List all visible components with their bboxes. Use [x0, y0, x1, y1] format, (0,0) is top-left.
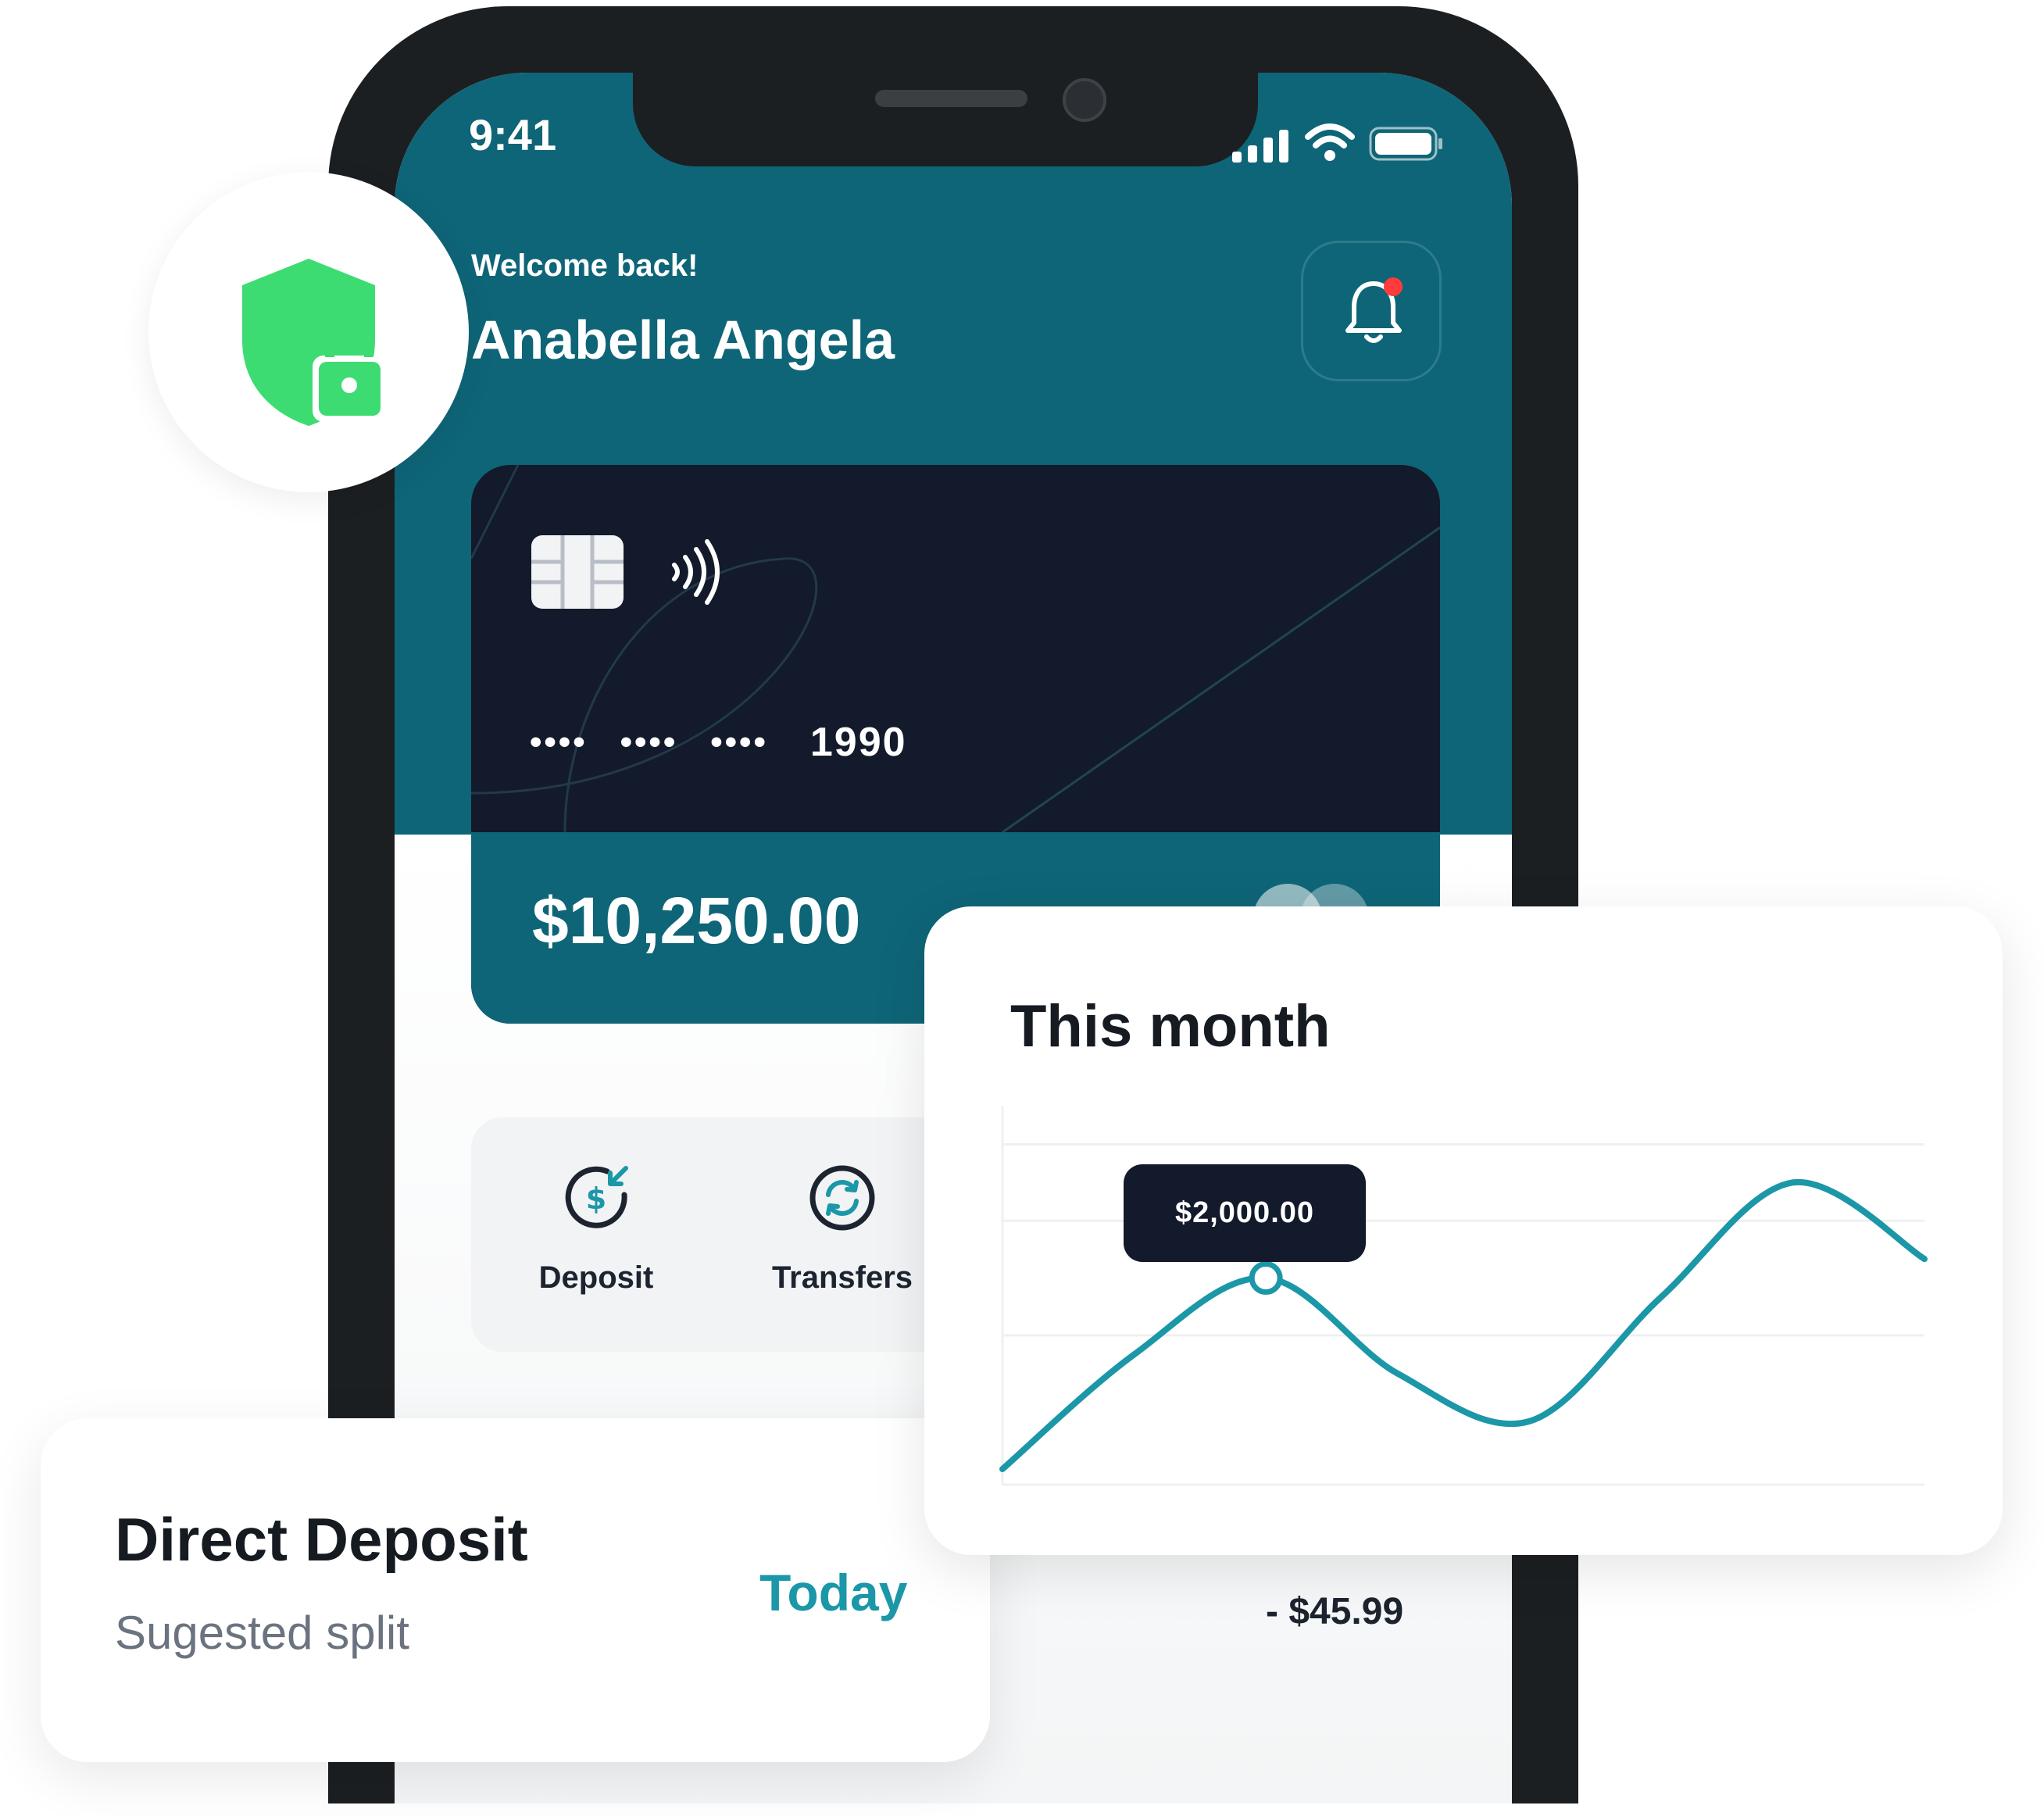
direct-deposit-title: Direct Deposit [115, 1505, 528, 1574]
direct-deposit-card[interactable]: Direct Deposit Sugested split Today [41, 1418, 990, 1762]
card-number: •••• •••• •••• 1990 [530, 719, 907, 766]
card-last4: 1990 [809, 720, 907, 765]
transfers-icon [809, 1165, 875, 1231]
notifications-button[interactable] [1301, 241, 1442, 381]
notification-dot [1384, 277, 1403, 296]
deposit-icon: $ [565, 1166, 628, 1228]
bell-icon [1345, 277, 1403, 343]
front-camera [1063, 78, 1106, 122]
chart-tooltip: $2,000.00 [1124, 1164, 1366, 1262]
speaker-grille [875, 90, 1027, 107]
direct-deposit-date: Today [759, 1564, 908, 1621]
transfers-action[interactable]: Transfers [741, 1160, 944, 1296]
phone-notch [633, 73, 1258, 166]
wifi-icon [1305, 123, 1355, 161]
contactless-icon [672, 539, 720, 605]
chip-icon [531, 535, 624, 609]
spending-chart [999, 1106, 1928, 1486]
chart-highlight-point [1249, 1261, 1283, 1296]
signal-icon [1232, 130, 1288, 163]
user-name: Anabella Angela [471, 309, 895, 370]
shield-lock-icon [242, 259, 387, 426]
card-mask-group: •••• [710, 723, 768, 761]
direct-deposit-subtitle: Sugested split [115, 1607, 409, 1659]
this-month-card: This month $2,000.00 [924, 906, 2003, 1555]
battery-icon [1369, 127, 1442, 161]
transaction-amount: - $45.99 [1266, 1591, 1404, 1632]
welcome-text: Welcome back! [471, 248, 699, 283]
card-mask-group: •••• [620, 723, 678, 761]
card-balance: $10,250.00 [532, 884, 861, 957]
security-badge [148, 172, 469, 492]
transfers-label: Transfers [771, 1260, 913, 1295]
tooltip-value: $2,000.00 [1174, 1196, 1315, 1229]
status-time: 9:41 [469, 110, 557, 159]
svg-text:$: $ [586, 1181, 606, 1216]
card-mask-group: •••• [530, 723, 588, 761]
deposit-action[interactable]: $ Deposit [495, 1160, 698, 1296]
deposit-label: Deposit [538, 1260, 654, 1295]
card-decoration [471, 465, 1440, 832]
